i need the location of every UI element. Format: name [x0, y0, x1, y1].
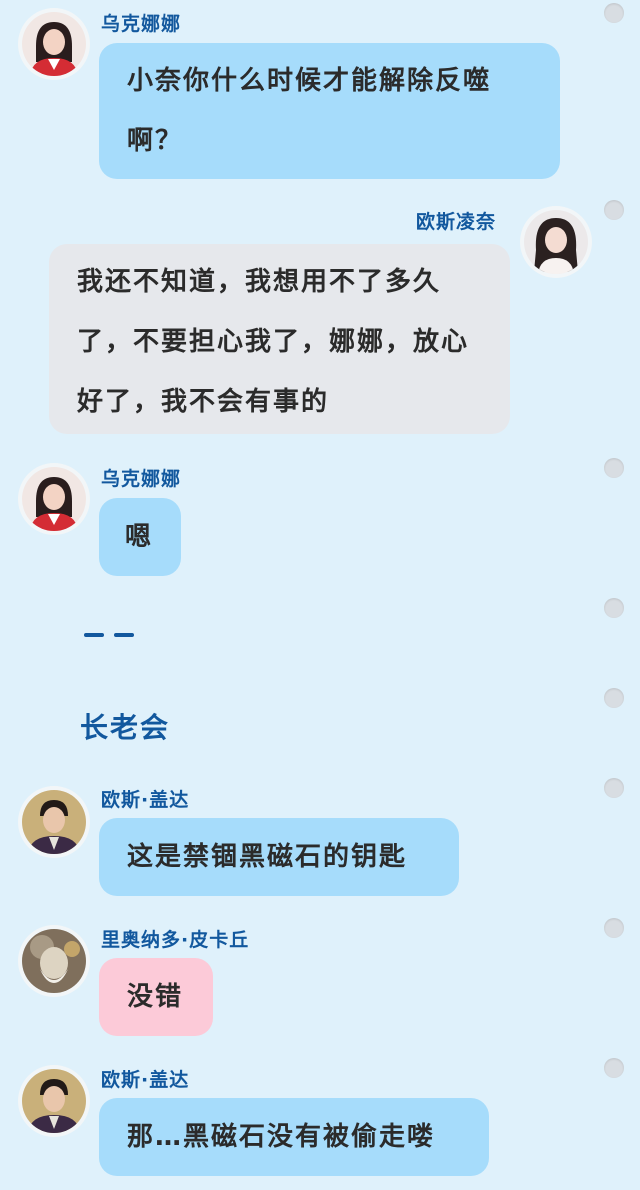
sender-name: 欧斯·盖达	[101, 789, 190, 811]
section-title: 长老会	[80, 711, 171, 744]
portrait-icon	[22, 929, 86, 993]
portrait-icon	[22, 790, 86, 854]
message-bubble[interactable]: 这是禁锢黑磁石的钥匙	[99, 818, 459, 896]
sender-name: 欧斯凌奈	[416, 211, 497, 233]
message-bubble[interactable]: 没错	[99, 958, 213, 1036]
binding-hole	[604, 778, 624, 798]
sender-name: 里奥纳多·皮卡丘	[101, 929, 250, 951]
pikachu-elder-avatar[interactable]	[22, 929, 86, 993]
sender-name: 乌克娜娜	[101, 468, 182, 490]
binding-hole	[604, 598, 624, 618]
chat-page: 乌克娜娜 小奈你什么时候才能解除反噬啊？ 欧斯凌奈 我还不知道，我想用不了多久了…	[0, 0, 640, 1190]
separator-dash	[84, 633, 104, 637]
binding-hole	[604, 1058, 624, 1078]
message-bubble[interactable]: 嗯	[99, 498, 181, 576]
message-bubble[interactable]: 那…黑磁石没有被偷走喽	[99, 1098, 489, 1176]
portrait-icon	[22, 467, 86, 531]
binding-hole	[604, 688, 624, 708]
separator-dash	[114, 633, 134, 637]
nana-avatar[interactable]	[22, 467, 86, 531]
binding-hole	[604, 200, 624, 220]
message-bubble[interactable]: 小奈你什么时候才能解除反噬啊？	[99, 43, 560, 179]
binding-hole	[604, 458, 624, 478]
portrait-icon	[22, 12, 86, 76]
binding-hole	[604, 918, 624, 938]
sender-name: 乌克娜娜	[101, 13, 182, 35]
portrait-icon	[524, 210, 588, 274]
portrait-icon	[22, 1069, 86, 1133]
message-bubble[interactable]: 我还不知道，我想用不了多久了，不要担心我了，娜娜，放心好了，我不会有事的	[49, 244, 510, 434]
lingnai-avatar[interactable]	[524, 210, 588, 274]
gaida-avatar[interactable]	[22, 1069, 86, 1133]
binding-hole	[604, 3, 624, 23]
gaida-avatar[interactable]	[22, 790, 86, 854]
nana-avatar[interactable]	[22, 12, 86, 76]
sender-name: 欧斯·盖达	[101, 1069, 190, 1091]
